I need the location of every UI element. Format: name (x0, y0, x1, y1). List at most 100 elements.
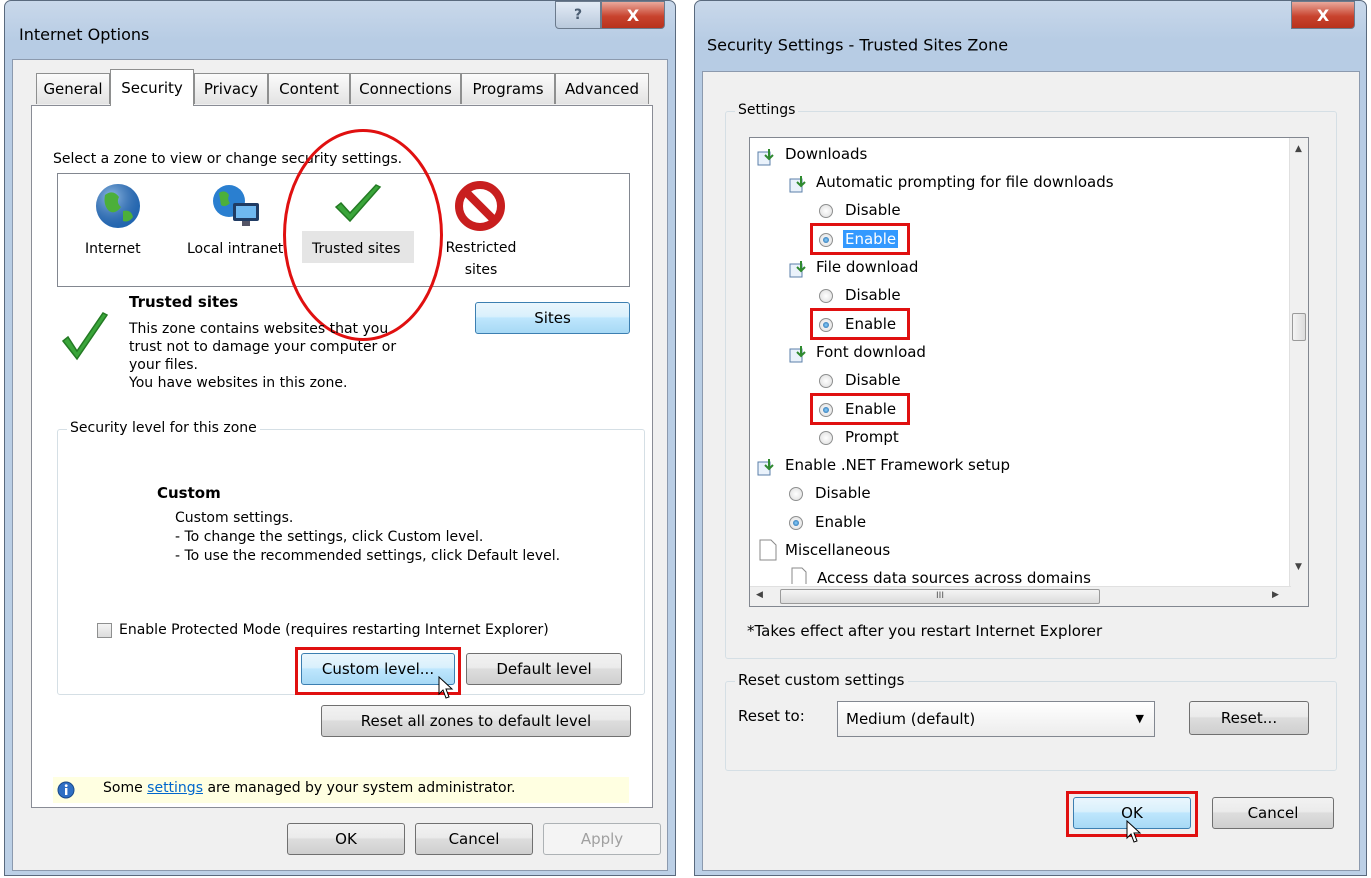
tree-item-access-data[interactable]: Access data sources across domains (817, 569, 1091, 584)
protected-mode-label: Enable Protected Mode (requires restarti… (119, 622, 549, 638)
window-title: Security Settings - Trusted Sites Zone (707, 35, 1009, 55)
scroll-down-icon[interactable]: ▼ (1295, 562, 1302, 572)
tab-general[interactable]: General (36, 73, 110, 104)
tree-item-miscellaneous[interactable]: Miscellaneous (785, 541, 890, 559)
custom-level-button[interactable]: Custom level... (301, 653, 455, 685)
cancel-button[interactable]: Cancel (415, 823, 533, 855)
radio-auto-prompt-disable[interactable] (819, 204, 833, 218)
radio-label: Enable (843, 230, 899, 248)
ok-button[interactable]: OK (287, 823, 405, 855)
horizontal-scrollbar[interactable]: ◀ III ▶ (750, 586, 1291, 606)
radio-label: Disable (845, 286, 901, 304)
tab-programs[interactable]: Programs (461, 73, 555, 104)
radio-font-download-prompt[interactable] (819, 431, 833, 445)
restart-note: *Takes effect after you restart Internet… (747, 622, 1103, 640)
protected-mode-checkbox[interactable] (97, 623, 112, 638)
close-button[interactable]: X (601, 1, 665, 29)
zone-label: Internet (85, 241, 141, 257)
radio-label: Disable (815, 484, 871, 502)
title-bar[interactable]: Security Settings - Trusted Sites Zone X (695, 1, 1366, 59)
radio-font-download-disable[interactable] (819, 374, 833, 388)
reset-button[interactable]: Reset... (1189, 701, 1309, 735)
security-level-name: Custom (157, 484, 221, 502)
zone-description: This zone contains websites that you tru… (129, 321, 397, 391)
radio-font-download-enable[interactable] (819, 403, 833, 417)
apply-button[interactable]: Apply (543, 823, 661, 855)
zone-internet[interactable]: Internet (75, 179, 161, 279)
tree-item-net-setup[interactable]: Enable .NET Framework setup (785, 456, 1010, 474)
radio-net-setup-disable[interactable] (789, 487, 803, 501)
tab-content[interactable]: Content (268, 73, 350, 104)
scroll-up-icon[interactable]: ▲ (1295, 144, 1302, 154)
settings-tree[interactable]: ▲ ▼ ◀ III ▶ (749, 137, 1309, 607)
radio-file-download-disable[interactable] (819, 289, 833, 303)
info-icon (57, 781, 75, 799)
help-button[interactable]: ? (555, 1, 601, 29)
default-level-button[interactable]: Default level (466, 653, 622, 685)
radio-label: Enable (845, 400, 897, 418)
tab-privacy[interactable]: Privacy (194, 73, 268, 104)
radio-file-download-enable[interactable] (819, 318, 833, 332)
radio-auto-prompt-enable[interactable] (819, 233, 833, 247)
reset-to-label: Reset to: (738, 707, 805, 725)
tree-item-file-download[interactable]: File download (816, 258, 918, 276)
restricted-icon (455, 181, 505, 231)
close-icon: X (1316, 5, 1330, 25)
globe-icon (96, 184, 140, 228)
radio-label: Enable (815, 513, 867, 531)
cancel-button[interactable]: Cancel (1212, 797, 1334, 829)
reset-to-dropdown[interactable]: Medium (default) ▼ (837, 701, 1155, 737)
reset-to-value: Medium (default) (846, 710, 976, 728)
close-button[interactable]: X (1291, 1, 1355, 29)
window-title: Internet Options (19, 25, 150, 44)
zone-local-intranet[interactable]: Local intranet (181, 179, 291, 279)
intranet-icon (213, 185, 259, 226)
tab-connections[interactable]: Connections (350, 73, 461, 104)
download-setting-icon (789, 261, 806, 278)
cursor-icon (438, 676, 454, 699)
tree-item-font-download[interactable]: Font download (816, 343, 926, 361)
download-setting-icon (789, 176, 806, 193)
chevron-down-icon: ▼ (1135, 712, 1144, 725)
info-bar-text: Some settings are managed by your system… (103, 780, 516, 796)
settings-link[interactable]: settings (147, 780, 203, 796)
download-setting-icon (757, 459, 774, 476)
download-setting-icon (789, 346, 806, 363)
scroll-thumb-horizontal[interactable]: III (780, 589, 1100, 604)
internet-options-window: Internet Options ? X General Security Pr… (4, 0, 676, 876)
document-icon (759, 539, 777, 561)
title-bar[interactable]: Internet Options ? X (5, 1, 675, 59)
zone-label: Restricted sites (445, 240, 517, 278)
sites-button[interactable]: Sites (475, 302, 630, 334)
tree-item-auto-prompt[interactable]: Automatic prompting for file downloads (816, 173, 1114, 191)
security-level-legend: Security level for this zone (67, 420, 260, 436)
tree-item-downloads[interactable]: Downloads (785, 145, 867, 163)
download-setting-icon (757, 149, 774, 166)
highlight-ellipse (283, 129, 443, 341)
security-level-description: Custom settings. - To change the setting… (175, 510, 561, 564)
zone-label: Local intranet (187, 241, 284, 257)
radio-label: Prompt (845, 428, 899, 446)
radio-label: Enable (845, 315, 897, 333)
zone-heading: Trusted sites (129, 293, 239, 311)
reset-all-zones-button[interactable]: Reset all zones to default level (321, 705, 631, 737)
cursor-icon (1126, 820, 1142, 843)
vertical-scrollbar[interactable]: ▲ ▼ (1289, 138, 1308, 588)
settings-legend: Settings (735, 102, 799, 118)
zone-restricted-sites[interactable]: Restricted sites (435, 179, 531, 283)
tab-security[interactable]: Security (110, 69, 194, 106)
info-bar: Some settings are managed by your system… (53, 777, 629, 803)
close-icon: X (626, 5, 640, 25)
document-icon (791, 567, 807, 584)
checkmark-icon (61, 312, 109, 361)
tree-item-access-data-clip: Access data sources across domains (791, 567, 1171, 584)
scroll-thumb[interactable] (1292, 313, 1306, 341)
radio-label: Disable (845, 371, 901, 389)
security-settings-window: Security Settings - Trusted Sites Zone X… (694, 0, 1367, 876)
help-icon: ? (573, 7, 583, 23)
scroll-right-icon[interactable]: ▶ (1272, 590, 1279, 600)
tab-advanced[interactable]: Advanced (555, 73, 649, 104)
scroll-left-icon[interactable]: ◀ (756, 590, 763, 600)
radio-net-setup-enable[interactable] (789, 516, 803, 530)
radio-label: Disable (845, 201, 901, 219)
